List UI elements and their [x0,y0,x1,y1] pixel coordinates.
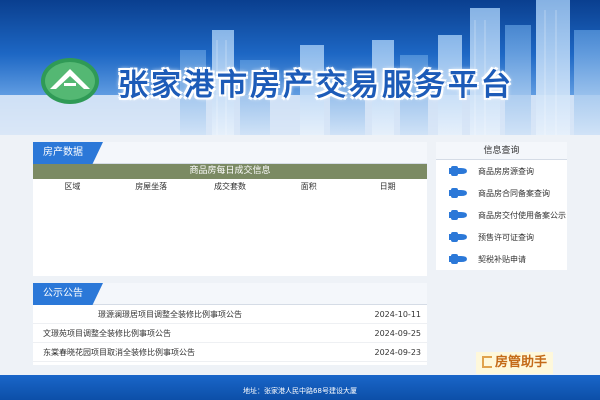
info-link-delivery-filing[interactable]: 商品房交付使用备案公示 [436,204,567,226]
info-query-panel: 信息查询 商品房房源查询 商品房合同备案查询 商品房交付使用备案公示 预售许可证… [436,142,567,270]
notice-item[interactable]: 璟源澜璟居项目调整全装修比例事项公告 2024-10-11 [33,305,427,324]
hand-pointer-icon [449,232,467,242]
info-link-house-source[interactable]: 商品房房源查询 [436,160,567,182]
notice-title[interactable]: 璟源澜璟居项目调整全装修比例事项公告 [43,305,242,323]
info-link-label[interactable]: 商品房房源查询 [478,166,534,177]
watermark-text: 房管助手 [495,355,548,370]
info-link-label[interactable]: 商品房交付使用备案公示 [478,210,566,221]
info-link-label[interactable]: 商品房合同备案查询 [478,188,550,199]
notice-date: 2024-09-23 [374,348,422,357]
notice-panel: 公示公告 璟源澜璟居项目调整全装修比例事项公告 2024-10-11 文璟苑项目… [33,283,427,365]
notice-item[interactable]: 东棠春晓花园项目取消全装修比例事项公告 2024-09-23 [33,343,427,362]
column-header: 成交套数 [213,182,246,191]
info-link-label[interactable]: 预售许可证查询 [478,232,534,243]
property-data-panel: 房产数据 商品房每日成交信息 区域 房屋坐落 成交套数 面积 日期 [33,142,427,276]
hand-pointer-icon [449,166,467,176]
column-header: 房屋坐落 [135,182,168,191]
info-query-title: 信息查询 [436,142,567,160]
notice-date: 2024-10-11 [374,310,422,319]
site-title: 张家港市房产交易服务平台 [118,68,514,103]
info-link-deed-tax-subsidy[interactable]: 契税补贴申请 [436,248,567,270]
logo-icon [41,58,99,104]
notice-title[interactable]: 文璟苑项目调整全装修比例事项公告 [43,324,171,342]
column-header: 日期 [379,182,396,191]
daily-transaction-table-title: 商品房每日成交信息 [33,164,427,179]
column-header: 区域 [64,182,81,191]
watermark: 房管助手 [476,352,554,374]
notice-date: 2024-09-25 [374,329,422,338]
hand-pointer-icon [449,210,467,220]
hand-pointer-icon [449,188,467,198]
footer: 地址：张家港人民中路68号建设大厦 [0,375,600,400]
info-link-contract-filing[interactable]: 商品房合同备案查询 [436,182,567,204]
notice-tab-bar: 公示公告 [33,283,427,305]
notice-item[interactable]: 文璟苑项目调整全装修比例事项公告 2024-09-25 [33,324,427,343]
tab-property-data[interactable]: 房产数据 [33,142,103,164]
header-banner: 张家港市房产交易服务平台 [0,0,600,135]
column-header: 面积 [300,182,317,191]
notice-title[interactable]: 东棠春晓花园项目取消全装修比例事项公告 [43,343,195,361]
bracket-icon [482,356,492,368]
info-link-label[interactable]: 契税补贴申请 [478,254,526,265]
property-data-tab-bar: 房产数据 [33,142,427,164]
hand-pointer-icon [449,254,467,264]
tab-notices[interactable]: 公示公告 [33,283,103,305]
table-header-row: 区域 房屋坐落 成交套数 面积 日期 [33,179,427,194]
footer-address: 地址：张家港人民中路68号建设大厦 [243,387,357,395]
info-link-presale-permit[interactable]: 预售许可证查询 [436,226,567,248]
